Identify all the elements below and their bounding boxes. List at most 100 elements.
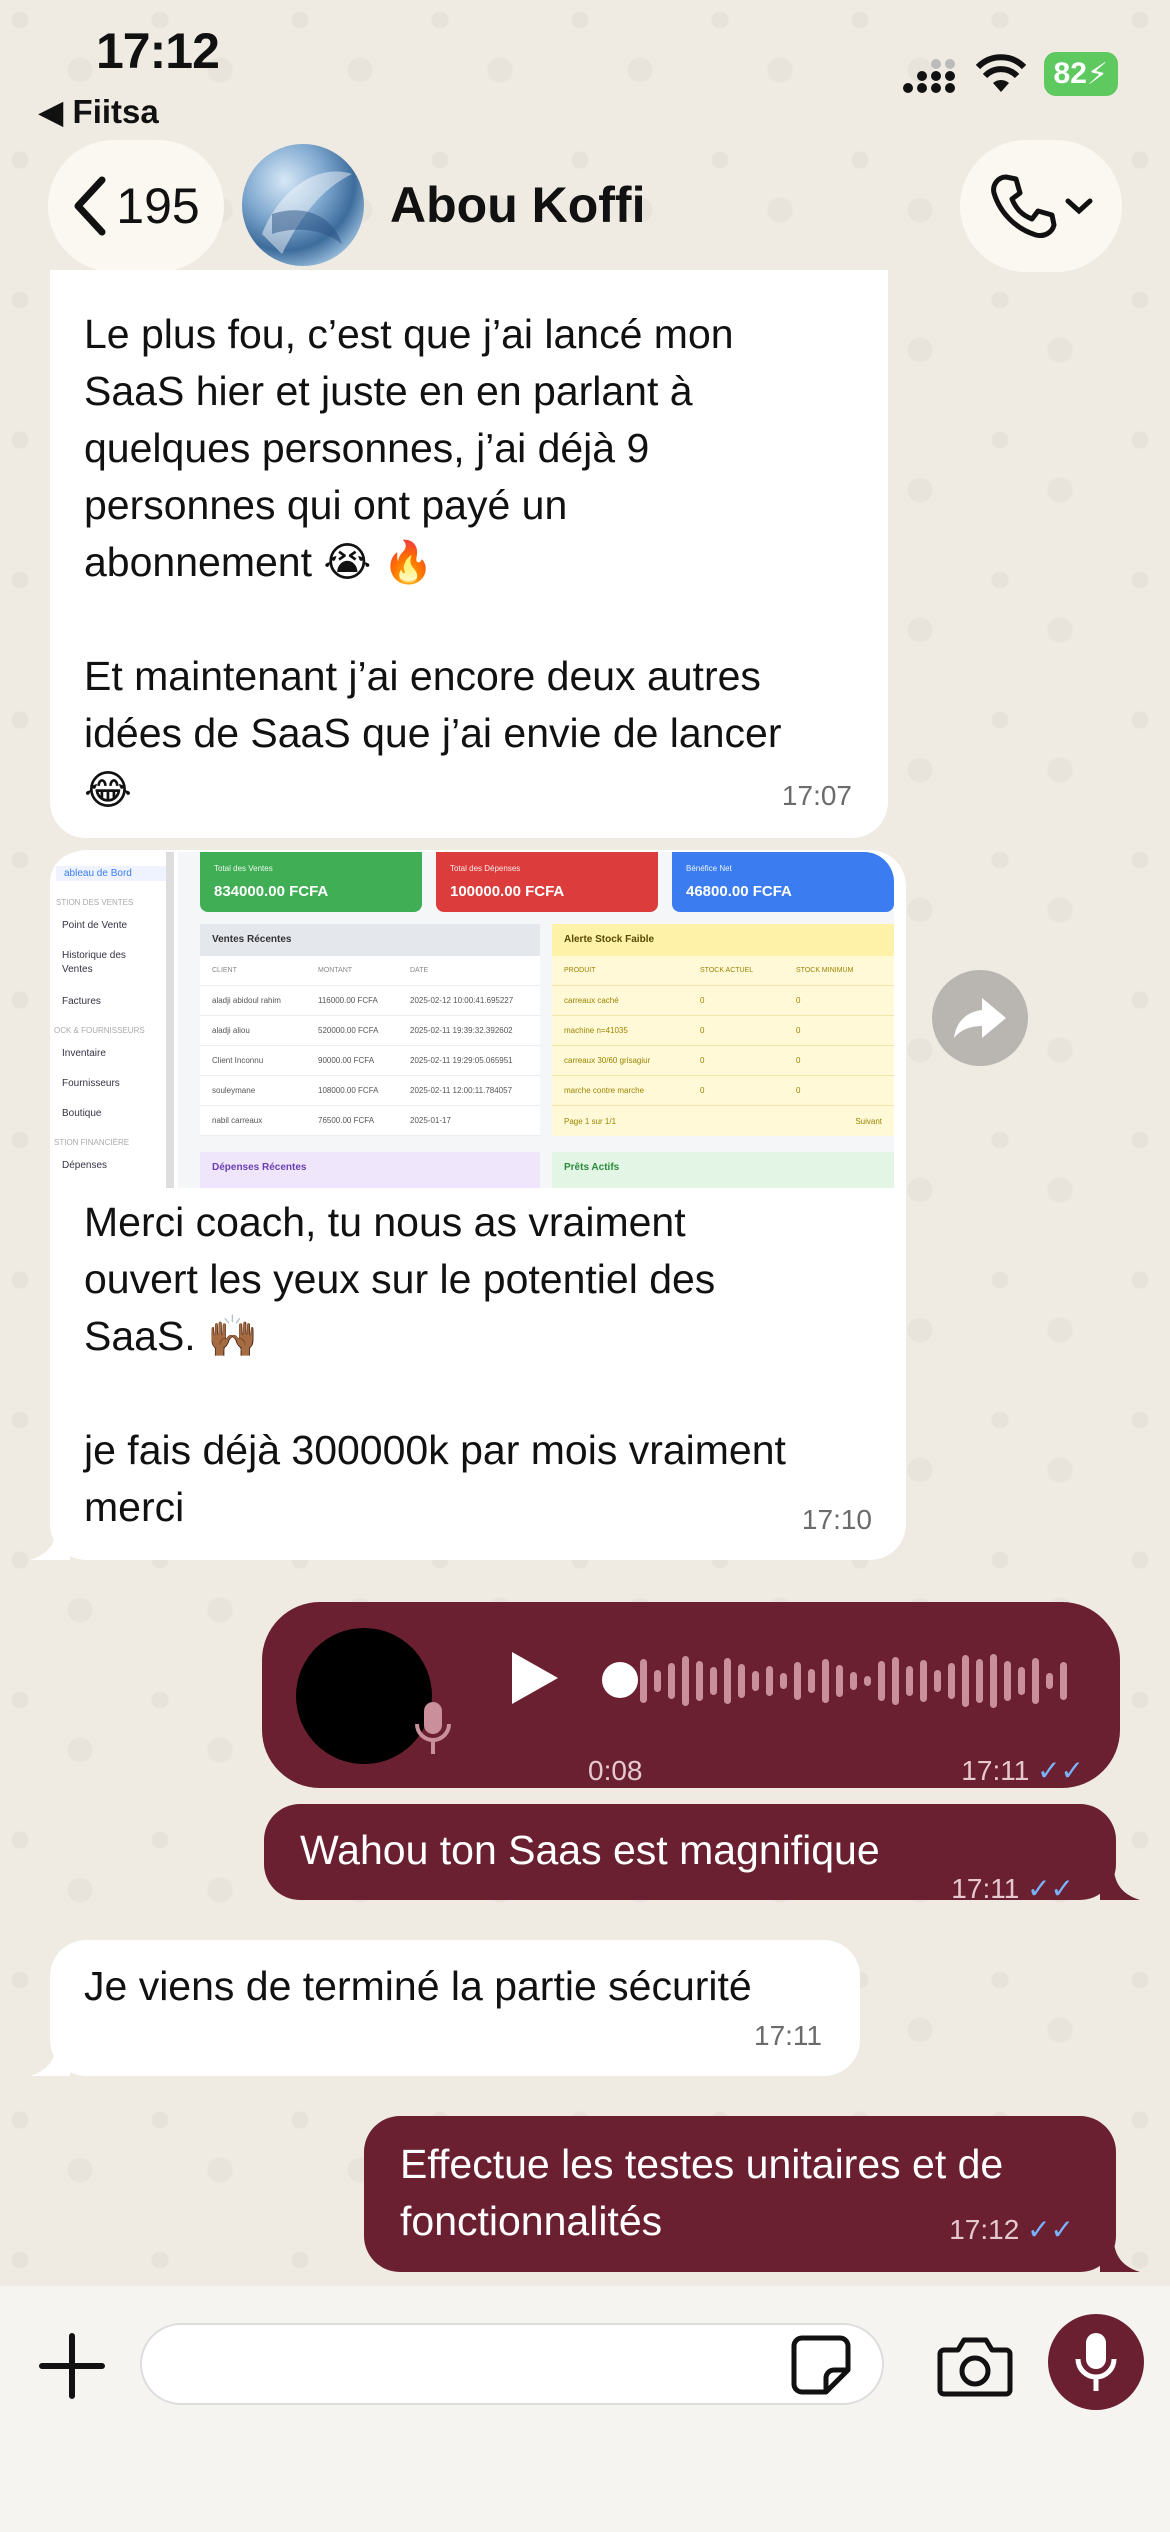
dash-nav-section: OCK & FOURNISSEURS [54, 1026, 145, 1035]
read-receipt-icon: ✓✓ [1037, 1755, 1084, 1786]
dashboard-sidebar: ableau de Bord STION DES VENTES Point de… [50, 852, 178, 1188]
wave-bar [920, 1660, 927, 1702]
wave-bar [1004, 1661, 1011, 1701]
cell: 2025-02-11 12:00:11.784057 [410, 1086, 513, 1095]
cell: 2025-02-11 19:29:05.065951 [410, 1056, 513, 1065]
message-time: 17:12 ✓✓ [949, 2201, 1074, 2258]
incoming-message[interactable]: Le plus fou, c’est que j’ai lancé mon Sa… [50, 270, 888, 838]
table-pager: Page 1 sur 1/1 Suivant [552, 1106, 894, 1136]
cell: marche contre marche [564, 1086, 645, 1095]
wave-bar [640, 1659, 647, 1703]
panel-title: Prêts Actifs [564, 1162, 620, 1173]
read-receipt-icon: ✓✓ [1027, 2214, 1074, 2245]
message-input[interactable] [140, 2323, 884, 2405]
panel-title: Ventes Récentes [200, 924, 540, 956]
message-time: 17:07 [781, 780, 852, 811]
message-text: Le plus fou, c’est que j’ai lancé mon Sa… [84, 311, 782, 813]
wave-bar [878, 1661, 885, 1701]
cell: 90000.00 FCFA [318, 1056, 375, 1065]
dash-scrollbar [166, 852, 174, 1188]
wave-bar [766, 1666, 773, 1696]
status-icons: 82 ⚡ [902, 52, 1118, 96]
wave-bar [752, 1671, 759, 1691]
cell: 0 [796, 996, 801, 1005]
wave-bar [710, 1667, 717, 1695]
dash-nav-item: Boutique [62, 1108, 102, 1119]
col-header: DATE [410, 967, 429, 974]
outgoing-message[interactable]: Effectue les testes unitaires et de fonc… [364, 2116, 1116, 2272]
card-title: Total des Ventes [214, 864, 273, 873]
table-header: PRODUIT STOCK ACTUEL STOCK MINIMUM [552, 956, 894, 986]
voice-duration: 0:08 [588, 1755, 643, 1786]
incoming-message[interactable]: Je viens de terminé la partie sécurité 1… [50, 1940, 860, 2076]
dash-nav-item: Ventes [62, 964, 93, 975]
table-row: souleymane 108000.00 FCFA 2025-02-11 12:00… [200, 1076, 540, 1106]
wave-bar [1032, 1658, 1039, 1704]
status-time: 17:12 [96, 23, 220, 79]
back-to-app-link[interactable]: ◀ Fiitsa [38, 92, 159, 131]
wave-bar [948, 1663, 955, 1699]
table-header: CLIENT MONTANT DATE [200, 956, 540, 986]
wave-bar [864, 1676, 871, 1686]
cell: 116000.00 FCFA [318, 996, 378, 1005]
cell: 0 [796, 1056, 801, 1065]
card-value: 46800.00 FCFA [686, 883, 792, 900]
forward-button[interactable] [932, 970, 1028, 1066]
dash-nav-section: STION DES VENTES [56, 898, 134, 907]
outgoing-message[interactable]: Wahou ton Saas est magnifique 17:11 ✓✓ [264, 1804, 1116, 1904]
dash-nav-item: Dépenses [62, 1160, 108, 1171]
col-header: STOCK MINIMUM [796, 967, 854, 974]
cell: 0 [700, 996, 705, 1005]
wave-bar [990, 1654, 997, 1708]
dash-nav-item: ableau de Bord [56, 866, 166, 881]
sticker-icon[interactable] [790, 2334, 852, 2396]
pager-text: Page 1 sur 1/1 [564, 1116, 617, 1126]
play-icon[interactable] [508, 1650, 560, 1706]
forward-arrow-icon [954, 998, 1006, 1038]
message-time-text: 17:11 [961, 1755, 1030, 1786]
message-text: Je viens de terminé la partie sécurité [84, 1963, 752, 2009]
message-time-text: 17:12 [949, 2214, 1020, 2245]
wave-bar [892, 1657, 899, 1705]
contact-name[interactable]: Abou Koffi [390, 176, 645, 234]
call-button[interactable] [960, 140, 1122, 272]
card-value: 100000.00 FCFA [450, 883, 565, 900]
back-button[interactable]: 195 [48, 140, 224, 272]
chevron-down-icon [1065, 198, 1093, 215]
battery-indicator: 82 ⚡ [1043, 52, 1118, 96]
table-row: machine n=41035 0 0 [552, 1016, 894, 1046]
dashboard-screenshot[interactable]: ableau de Bord STION DES VENTES Point de… [50, 852, 894, 1188]
cell: 0 [796, 1086, 801, 1095]
voice-record-button[interactable] [1048, 2314, 1144, 2410]
header-divider [0, 272, 1170, 302]
dash-low-stock: Alerte Stock Faible PRODUIT STOCK ACTUEL… [552, 924, 894, 1136]
col-header: STOCK ACTUEL [700, 967, 754, 974]
attach-plus-icon[interactable] [36, 2330, 108, 2402]
dash-recent-sales: Ventes Récentes CLIENT MONTANT DATE alad… [200, 924, 540, 1136]
bubble-tail [30, 2036, 70, 2076]
wave-bar [794, 1662, 801, 1700]
voice-progress-knob[interactable] [602, 1662, 638, 1698]
dash-recent-expenses: Dépenses Récentes [200, 1152, 540, 1188]
wave-bar [808, 1669, 815, 1693]
col-header: MONTANT [318, 967, 353, 974]
dash-card-expenses: Total des Dépenses 100000.00 FCFA [436, 852, 658, 912]
camera-icon[interactable] [936, 2328, 1014, 2406]
cell: carreaux 30/60 grisagiur [564, 1056, 651, 1065]
message-time: 17:11 ✓✓ [951, 1860, 1074, 1917]
table-row: Client Inconnu 90000.00 FCFA 2025-02-11 19… [200, 1046, 540, 1076]
cell: 2025-02-12 10:00:41.695227 [410, 996, 514, 1005]
voice-waveform[interactable] [640, 1653, 1067, 1709]
table-row: nabil carreaux 76500.00 FCFA 2025-01-17 [200, 1106, 540, 1136]
dash-card-profit: Bénéfice Net 46800.00 FCFA [672, 852, 894, 912]
cell: Client Inconnu [212, 1056, 264, 1065]
cell: 0 [796, 1026, 801, 1035]
cell: aladji abidoul rahim [212, 996, 281, 1005]
contact-avatar[interactable] [242, 144, 364, 266]
cell: 0 [700, 1056, 705, 1065]
message-time: 17:10 [801, 1504, 872, 1535]
table-row: carreaux caché 0 0 [552, 986, 894, 1016]
dash-active-loans: Prêts Actifs [552, 1152, 894, 1188]
message-time-text: 17:11 [951, 1873, 1020, 1904]
wave-bar [1060, 1662, 1067, 1700]
